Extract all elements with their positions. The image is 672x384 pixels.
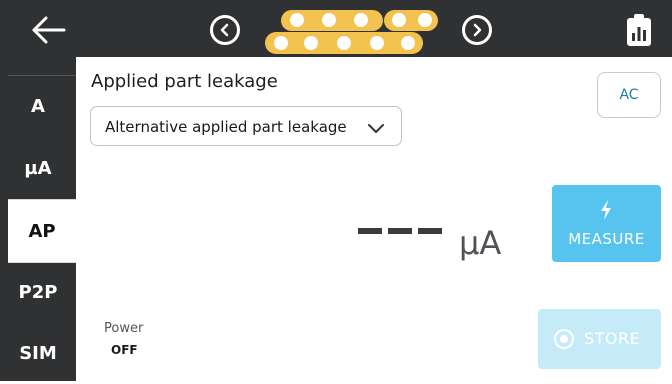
page-title: Applied part leakage: [91, 71, 278, 92]
sidebar-item-label: SIM: [19, 342, 57, 364]
lightning-bolt-icon: [599, 199, 613, 225]
sidebar-item-label: µA: [24, 157, 52, 179]
arrow-left-icon[interactable]: [28, 14, 68, 46]
ac-button[interactable]: AC: [597, 72, 661, 118]
reading-unit: µA: [459, 224, 502, 262]
dropdown-selected-value: Alternative applied part leakage: [105, 118, 347, 136]
clipboard-chart-icon[interactable]: [626, 13, 652, 47]
sidebar-item-ua[interactable]: µA: [0, 137, 76, 199]
sidebar-item-ap[interactable]: AP: [8, 199, 76, 263]
connector-pins-icon: [262, 6, 452, 54]
measure-button[interactable]: MEASURE: [552, 185, 661, 262]
chevron-left-circle-icon[interactable]: [210, 15, 240, 45]
chevron-right-circle-icon[interactable]: [462, 15, 492, 45]
sidebar-item-label: A: [31, 95, 45, 117]
sidebar-item-p2p[interactable]: P2P: [0, 261, 76, 323]
sidebar-item-a[interactable]: A: [0, 75, 76, 137]
store-button[interactable]: STORE: [538, 309, 661, 369]
chevron-down-icon: [367, 120, 385, 139]
sidebar-item-sim[interactable]: SIM: [0, 322, 76, 384]
measure-button-label: MEASURE: [568, 230, 645, 248]
reading-placeholder-dashes: [358, 222, 442, 234]
power-label: Power: [104, 321, 144, 336]
ac-button-label: AC: [619, 87, 639, 103]
app-root: A µA AP P2P SIM Applied part leakage Alt…: [0, 0, 672, 381]
mode-sidebar: A µA AP P2P SIM: [0, 57, 76, 381]
sidebar-item-label: AP: [28, 220, 56, 242]
sidebar-item-label: P2P: [18, 281, 58, 303]
leakage-type-dropdown[interactable]: Alternative applied part leakage: [90, 106, 402, 146]
power-status-value: OFF: [111, 343, 138, 357]
store-button-label: STORE: [584, 329, 641, 348]
record-circle-icon: [554, 329, 574, 349]
top-bar: [0, 0, 672, 57]
